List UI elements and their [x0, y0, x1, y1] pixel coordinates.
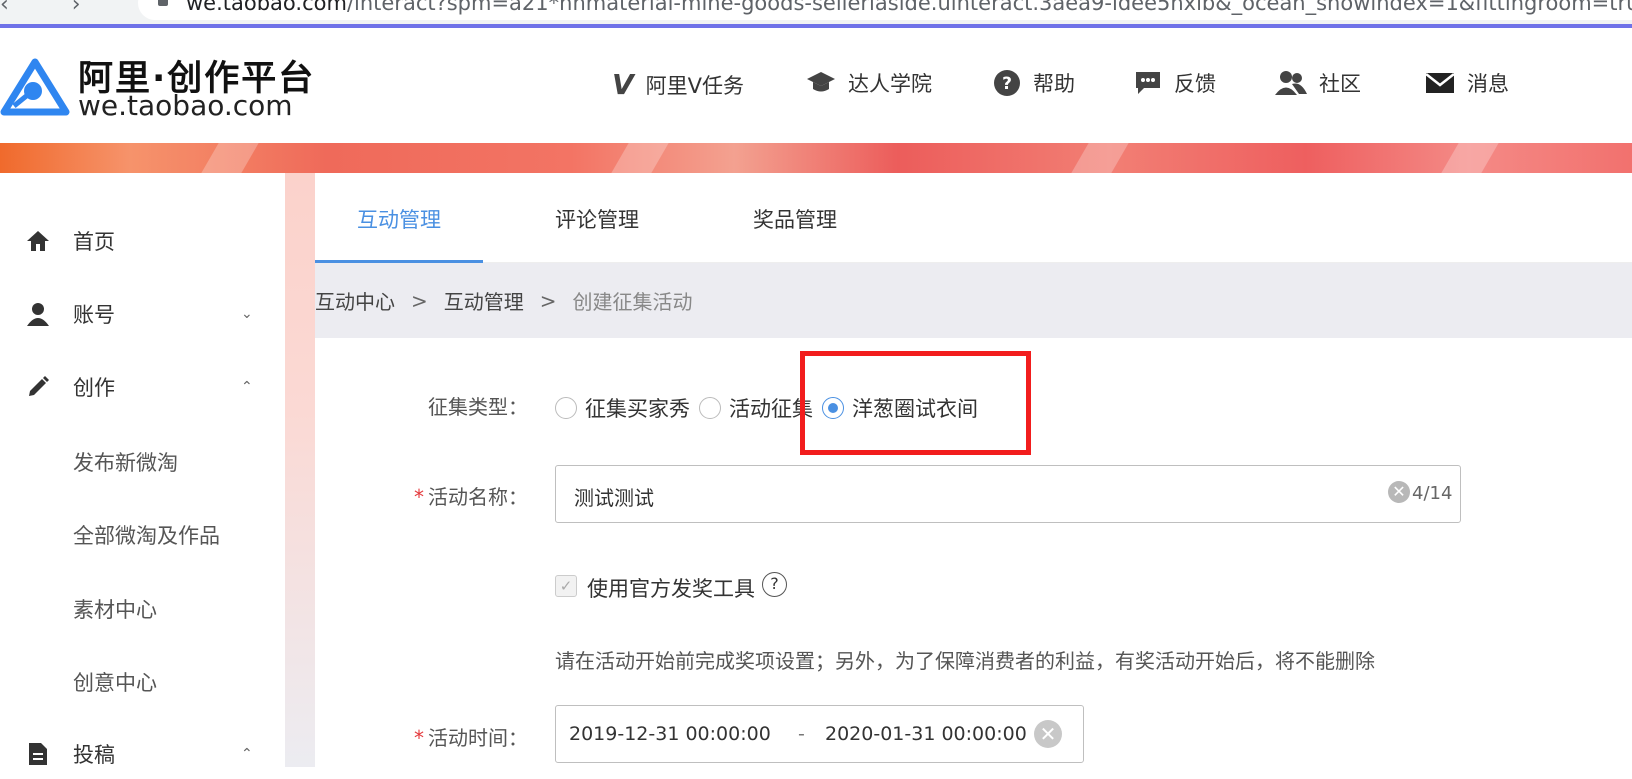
- input-value[interactable]: 测试测试: [574, 482, 654, 511]
- highlight-annotation-box: [800, 351, 1031, 455]
- svg-text:?: ?: [1002, 74, 1012, 94]
- breadcrumb-separator: >: [411, 288, 428, 313]
- tab-prize-management[interactable]: 奖品管理: [753, 204, 837, 234]
- breadcrumb-current: 创建征集活动: [572, 290, 693, 314]
- activity-time-range-picker[interactable]: 2019-12-31 00:00:00 - 2020-01-31 00:00:0…: [555, 705, 1084, 763]
- nav-item-feedback[interactable]: 反馈: [1134, 68, 1216, 98]
- activity-name-input[interactable]: 测试测试 ✕ 4/14: [555, 465, 1461, 523]
- range-separator: -: [798, 723, 805, 745]
- sidebar-item-create[interactable]: 创作 ⌃: [0, 362, 285, 412]
- banner-stripe: [611, 143, 669, 173]
- required-mark: *: [414, 726, 424, 750]
- activity-time-label: * 活动时间：: [414, 726, 528, 750]
- help-icon: ?: [993, 69, 1021, 97]
- sidebar: 首页 账号 ⌄ 创作 ⌃ 发布新微淘 全部微淘及作品 素材中心 创意中心 投稿 …: [0, 173, 285, 767]
- nav-item-academy[interactable]: 达人学院: [806, 68, 932, 98]
- chevron-up-icon: ⌃: [241, 746, 253, 762]
- url-text[interactable]: we.taobao.com/interact?spm=a21*nnmateria…: [186, 0, 1632, 15]
- sidebar-item-label: 创作: [73, 376, 115, 400]
- tab-interaction-management[interactable]: 互动管理: [357, 204, 441, 234]
- document-icon: [26, 742, 50, 766]
- lock-icon: [158, 0, 168, 6]
- start-time-value[interactable]: 2019-12-31 00:00:00: [569, 723, 771, 745]
- graduation-cap-icon: [806, 70, 836, 96]
- nav-label: 阿里V任务: [645, 73, 745, 98]
- browser-url-bar: ‹ › ⟳ we.taobao.com/interact?spm=a21*nnm…: [0, 0, 1632, 24]
- sidebar-item-account[interactable]: 账号 ⌄: [0, 289, 285, 339]
- logo-icon[interactable]: [0, 56, 70, 118]
- pencil-icon: [26, 375, 50, 399]
- radio-circle: [555, 397, 577, 419]
- breadcrumb: 互动中心 > 互动管理 > 创建征集活动: [315, 263, 1632, 338]
- sidebar-sub-item[interactable]: 全部微淘及作品: [73, 520, 220, 550]
- required-mark: *: [414, 485, 424, 509]
- char-counter: 4/14: [1412, 483, 1453, 504]
- radio-circle: [699, 397, 721, 419]
- official-prize-tool-label[interactable]: 使用官方发奖工具: [587, 573, 755, 603]
- end-time-value[interactable]: 2020-01-31 00:00:00: [825, 723, 1027, 745]
- site-header: 阿里·创作平台 we.taobao.com V 阿里V任务 达人学院 ? 帮助 …: [0, 28, 1632, 143]
- banner-stripe: [1441, 143, 1499, 173]
- official-prize-tool-checkbox[interactable]: ✓: [555, 575, 577, 597]
- prize-notice-text: 请在活动开始前完成奖项设置；另外，为了保障消费者的利益，有奖活动开始后，将不能删…: [555, 649, 1375, 673]
- tab-bar: 互动管理 评论管理 奖品管理: [315, 173, 1632, 263]
- chevron-down-icon: ⌄: [241, 306, 253, 322]
- breadcrumb-separator: >: [539, 288, 557, 313]
- decorative-banner: [0, 143, 1632, 173]
- sidebar-item-submission[interactable]: 投稿 ⌃: [0, 729, 285, 779]
- home-icon: [26, 229, 50, 253]
- banner-stripe: [201, 143, 259, 173]
- sidebar-divider: [285, 173, 315, 767]
- community-icon: [1275, 70, 1307, 96]
- banner-stripe: [1071, 143, 1129, 173]
- radio-event-collect[interactable]: 活动征集: [699, 393, 813, 423]
- nav-item-messages[interactable]: 消息: [1425, 68, 1509, 98]
- v-icon: V: [612, 68, 634, 101]
- nav-item-community[interactable]: 社区: [1275, 68, 1361, 98]
- sidebar-sub-item[interactable]: 素材中心: [73, 594, 157, 624]
- radio-label: 征集买家秀: [585, 397, 690, 421]
- chevron-up-icon: ⌃: [241, 379, 253, 395]
- nav-item-help[interactable]: ? 帮助: [993, 68, 1075, 98]
- nav-label: 反馈: [1174, 72, 1216, 96]
- feedback-icon: [1134, 70, 1162, 96]
- nav-label: 帮助: [1033, 72, 1075, 96]
- sidebar-item-home[interactable]: 首页: [0, 216, 285, 266]
- activity-name-label: * 活动名称：: [414, 485, 528, 509]
- sidebar-sub-item[interactable]: 发布新微淘: [73, 447, 178, 477]
- user-icon: [26, 302, 50, 326]
- breadcrumb-item[interactable]: 互动中心: [315, 286, 395, 315]
- clear-icon[interactable]: ✕: [1034, 720, 1062, 748]
- clear-icon[interactable]: ✕: [1388, 481, 1410, 503]
- nav-label: 社区: [1319, 72, 1361, 96]
- nav-label: 达人学院: [848, 72, 932, 96]
- breadcrumb-item[interactable]: 互动管理: [444, 286, 524, 315]
- help-icon[interactable]: ?: [762, 572, 787, 597]
- nav-item-v-task[interactable]: V 阿里V任务: [612, 68, 744, 101]
- sidebar-item-label: 投稿: [73, 743, 115, 767]
- mail-icon: [1425, 72, 1455, 94]
- sidebar-sub-item[interactable]: 创意中心: [73, 667, 157, 697]
- logo-subtitle[interactable]: we.taobao.com: [78, 89, 293, 122]
- sidebar-item-label: 账号: [73, 303, 115, 327]
- sidebar-item-label: 首页: [73, 230, 115, 254]
- collect-type-label: 征集类型：: [428, 395, 528, 419]
- radio-buyer-show[interactable]: 征集买家秀: [555, 393, 690, 423]
- tab-comment-management[interactable]: 评论管理: [555, 204, 639, 234]
- nav-label: 消息: [1467, 72, 1509, 96]
